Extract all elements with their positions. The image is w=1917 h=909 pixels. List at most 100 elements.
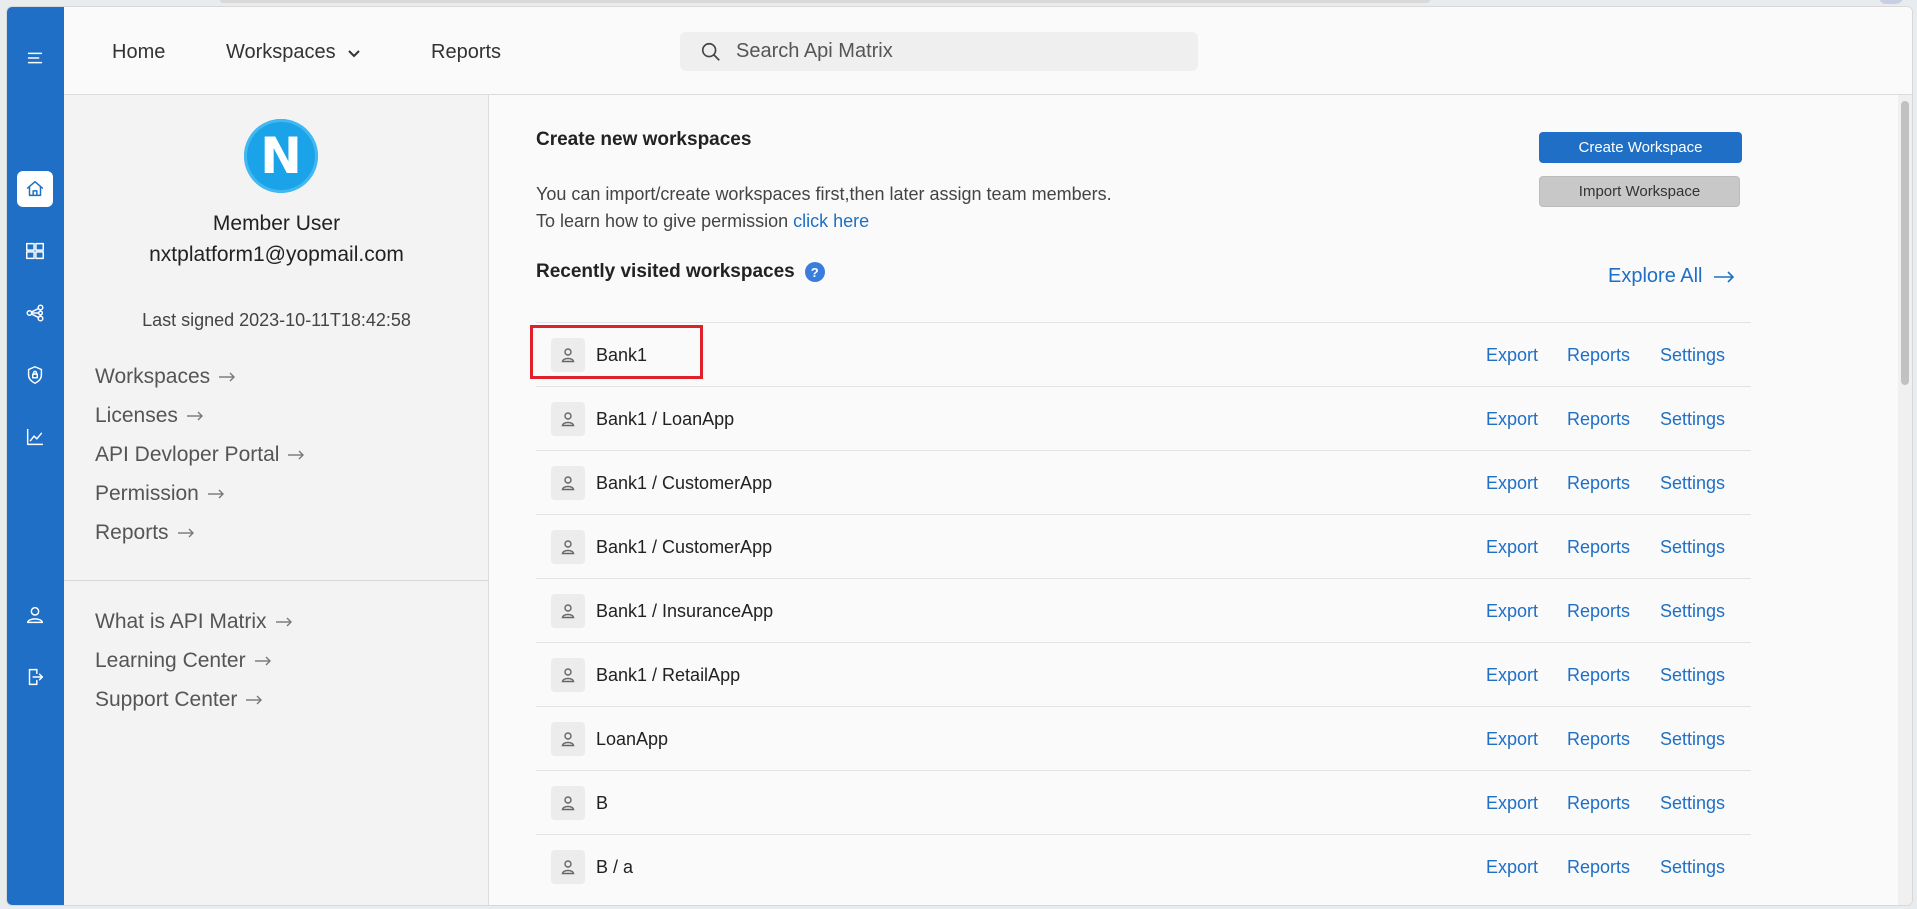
workspace-name[interactable]: Bank1 / InsuranceApp <box>596 601 773 622</box>
settings-link[interactable]: Settings <box>1660 537 1725 558</box>
main-content: Create new workspaces You can import/cre… <box>489 95 1912 905</box>
scrollbar[interactable] <box>1898 95 1912 905</box>
arrow-right-icon <box>219 372 236 381</box>
link-label: Permission <box>95 481 199 505</box>
settings-link[interactable]: Settings <box>1660 409 1725 430</box>
workspace-row[interactable]: Bank1 / CustomerApp Export Reports Setti… <box>536 514 1751 578</box>
link-learning-center[interactable]: Learning Center <box>95 641 293 680</box>
workspace-row[interactable]: B / a Export Reports Settings <box>536 834 1751 898</box>
reports-link[interactable]: Reports <box>1567 857 1630 878</box>
nav-reports[interactable]: Reports <box>431 41 501 64</box>
user-icon <box>551 850 585 884</box>
profile-panel: N Member User nxtplatform1@yopmail.com L… <box>64 95 489 905</box>
home-icon[interactable] <box>17 171 53 207</box>
recent-title: Recently visited workspaces ? <box>536 261 825 283</box>
menu-icon[interactable] <box>17 40 53 76</box>
scrollbar-thumb[interactable] <box>1901 101 1909 385</box>
shield-icon[interactable] <box>17 357 53 393</box>
click-here-link[interactable]: click here <box>793 211 869 231</box>
settings-link[interactable]: Settings <box>1660 601 1725 622</box>
reports-link[interactable]: Reports <box>1567 345 1630 366</box>
workspace-name[interactable]: B / a <box>596 857 633 878</box>
link-api-developer-portal[interactable]: API Devloper Portal <box>95 435 305 474</box>
app-window: Home Workspaces Reports N Member User nx… <box>6 6 1913 906</box>
share-icon[interactable] <box>17 295 53 331</box>
logout-icon[interactable] <box>17 659 53 695</box>
workspace-row[interactable]: Bank1 / RetailApp Export Reports Setting… <box>536 642 1751 706</box>
avatar: N <box>244 119 318 193</box>
settings-link[interactable]: Settings <box>1660 345 1725 366</box>
workspace-name[interactable]: Bank1 / RetailApp <box>596 665 740 686</box>
settings-link[interactable]: Settings <box>1660 857 1725 878</box>
export-link[interactable]: Export <box>1486 409 1538 430</box>
create-workspace-button[interactable]: Create Workspace <box>1539 132 1742 163</box>
reports-link[interactable]: Reports <box>1567 665 1630 686</box>
link-support-center[interactable]: Support Center <box>95 680 293 719</box>
workspace-row[interactable]: Bank1 / LoanApp Export Reports Settings <box>536 386 1751 450</box>
workspace-row[interactable]: B Export Reports Settings <box>536 770 1751 834</box>
export-link[interactable]: Export <box>1486 537 1538 558</box>
description-line-2: To learn how to give permission click he… <box>536 211 869 232</box>
workspace-row[interactable]: Bank1 / CustomerApp Export Reports Setti… <box>536 450 1751 514</box>
workspace-row[interactable]: LoanApp Export Reports Settings <box>536 706 1751 770</box>
arrow-right-icon <box>177 528 194 537</box>
link-label: Workspaces <box>95 364 211 388</box>
export-link[interactable]: Export <box>1486 857 1538 878</box>
link-label: Learning Center <box>95 648 246 672</box>
help-icon[interactable]: ? <box>804 262 825 282</box>
nav-workspaces[interactable]: Workspaces <box>226 41 362 64</box>
description-text: To learn how to give permission <box>536 211 789 231</box>
search-box[interactable] <box>680 32 1198 71</box>
export-link[interactable]: Export <box>1486 345 1538 366</box>
settings-link[interactable]: Settings <box>1660 793 1725 814</box>
user-icon <box>551 466 585 500</box>
link-reports[interactable]: Reports <box>95 513 305 552</box>
user-email: nxtplatform1@yopmail.com <box>149 243 404 266</box>
user-icon <box>551 722 585 756</box>
export-link[interactable]: Export <box>1486 729 1538 750</box>
link-label: Support Center <box>95 687 238 711</box>
user-icon[interactable] <box>17 597 53 633</box>
link-what-is-api-matrix[interactable]: What is API Matrix <box>95 602 293 641</box>
link-permission[interactable]: Permission <box>95 474 305 513</box>
user-name: Member User <box>212 212 341 235</box>
explore-all-label: Explore All <box>1608 265 1703 287</box>
search-input[interactable] <box>736 40 1136 63</box>
export-link[interactable]: Export <box>1486 793 1538 814</box>
reports-link[interactable]: Reports <box>1567 601 1630 622</box>
export-link[interactable]: Export <box>1486 601 1538 622</box>
dashboard-icon[interactable] <box>17 233 53 269</box>
workspace-name[interactable]: Bank1 / CustomerApp <box>596 537 772 558</box>
user-icon <box>551 338 585 372</box>
workspace-name[interactable]: Bank1 <box>596 345 647 366</box>
reports-link[interactable]: Reports <box>1567 729 1630 750</box>
chart-icon[interactable] <box>17 419 53 455</box>
workspace-name[interactable]: Bank1 / CustomerApp <box>596 473 772 494</box>
arrow-right-icon <box>1713 270 1734 283</box>
settings-link[interactable]: Settings <box>1660 473 1725 494</box>
link-label: Licenses <box>95 403 178 427</box>
reports-link[interactable]: Reports <box>1567 537 1630 558</box>
workspace-name[interactable]: Bank1 / LoanApp <box>596 409 734 430</box>
workspace-name[interactable]: B <box>596 793 608 814</box>
export-link[interactable]: Export <box>1486 665 1538 686</box>
import-workspace-button[interactable]: Import Workspace <box>1539 176 1740 207</box>
workspace-row[interactable]: Bank1 / InsuranceApp Export Reports Sett… <box>536 578 1751 642</box>
reports-link[interactable]: Reports <box>1567 409 1630 430</box>
arrow-right-icon <box>186 411 203 420</box>
link-workspaces[interactable]: Workspaces <box>95 357 305 396</box>
reports-link[interactable]: Reports <box>1567 793 1630 814</box>
nav-home[interactable]: Home <box>112 41 165 64</box>
link-label: What is API Matrix <box>95 609 267 633</box>
workspace-row[interactable]: Bank1 Export Reports Settings <box>536 322 1751 386</box>
chevron-down-icon <box>347 49 360 57</box>
user-icon <box>551 594 585 628</box>
workspace-name[interactable]: LoanApp <box>596 729 668 750</box>
link-licenses[interactable]: Licenses <box>95 396 305 435</box>
reports-link[interactable]: Reports <box>1567 473 1630 494</box>
link-label: API Devloper Portal <box>95 442 280 466</box>
settings-link[interactable]: Settings <box>1660 665 1725 686</box>
explore-all-link[interactable]: Explore All <box>1608 265 1735 288</box>
settings-link[interactable]: Settings <box>1660 729 1725 750</box>
export-link[interactable]: Export <box>1486 473 1538 494</box>
